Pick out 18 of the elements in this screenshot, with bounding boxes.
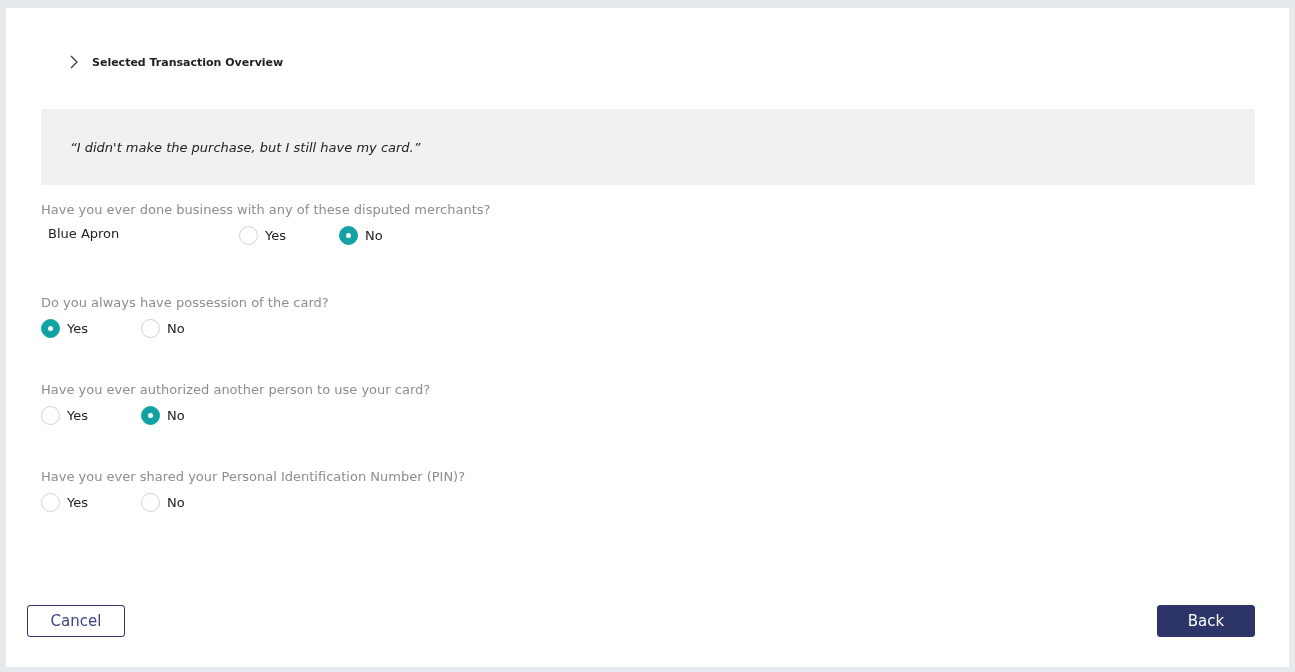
radio-option[interactable]: No: [339, 226, 439, 245]
radio-option[interactable]: Yes: [41, 319, 141, 338]
merchant-name: Blue Apron: [47, 226, 121, 241]
radio-option[interactable]: Yes: [239, 226, 339, 245]
radio-option[interactable]: Yes: [41, 406, 141, 425]
radio-option[interactable]: Yes: [41, 493, 141, 512]
radio-option[interactable]: No: [141, 493, 241, 512]
back-button[interactable]: Back: [1157, 605, 1255, 637]
radio-option[interactable]: No: [141, 406, 241, 425]
question-label: Have you ever done business with any of these disputed merchants?: [41, 202, 492, 217]
section-title: Selected Transaction Overview: [92, 55, 284, 69]
cancel-button[interactable]: Cancel: [27, 605, 125, 637]
chevron-icon[interactable]: [70, 55, 78, 69]
question-label: Do you always have possession of the card?: [41, 295, 330, 310]
question-label: Have you ever shared your Personal Identification Number (PIN)?: [41, 469, 467, 484]
question-label: Have you ever authorized another person to use your card?: [41, 382, 432, 397]
radio-option[interactable]: No: [141, 319, 241, 338]
quote-text: “I didn't make the purchase, but I still have my card.”: [70, 139, 421, 155]
